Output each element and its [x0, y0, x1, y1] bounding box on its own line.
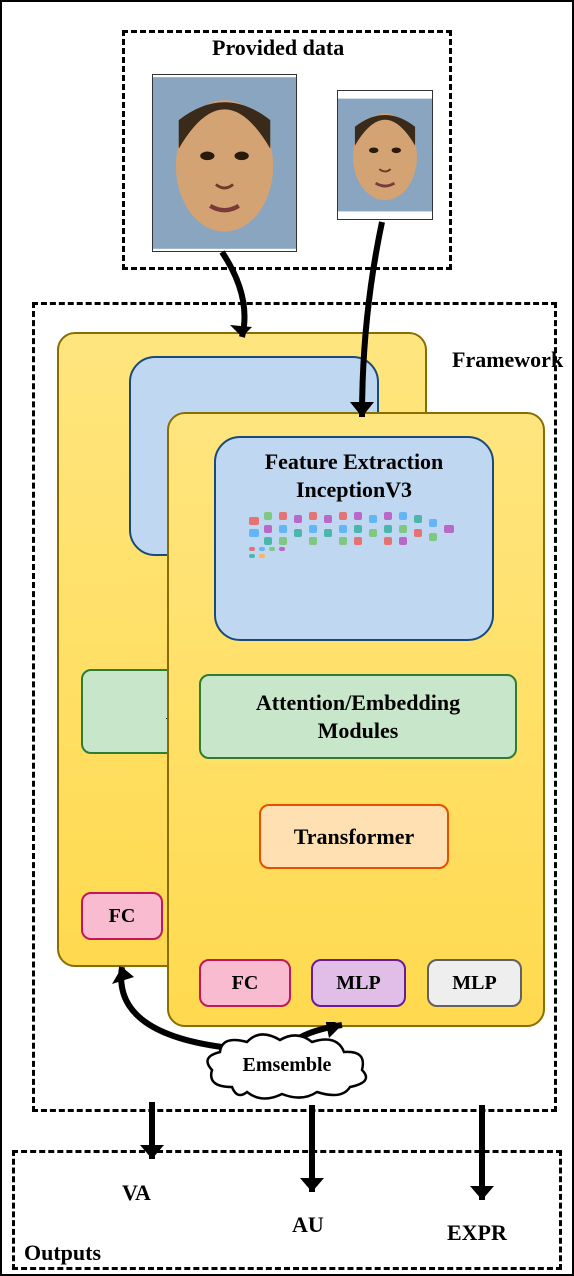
arrow-to-va — [132, 1097, 172, 1177]
mlp-block-1: MLP — [311, 959, 406, 1007]
pipeline-card-front: Feature Extraction InceptionV3 — [167, 412, 545, 1027]
fc-text-back: FC — [109, 905, 136, 928]
ensemble-cloud: Emsemble — [202, 1032, 372, 1100]
fc-block-back: FC — [81, 892, 163, 940]
attention-line2: Modules — [256, 717, 460, 745]
framework-label: Framework — [452, 347, 563, 373]
arrow-to-au — [292, 1100, 332, 1210]
mlp-block-2: MLP — [427, 959, 522, 1007]
mlp-text-1: MLP — [336, 972, 380, 995]
input-face-large — [152, 74, 297, 252]
inception-architecture-icon — [244, 507, 464, 562]
arrow-to-expr — [462, 1100, 502, 1218]
input-face-small — [337, 90, 433, 220]
provided-data-label: Provided data — [212, 35, 344, 61]
output-va-label: VA — [122, 1180, 151, 1206]
output-au-label: AU — [292, 1212, 324, 1238]
feature-extraction-block: Feature Extraction InceptionV3 — [214, 436, 494, 641]
attention-block: Attention/Embedding Modules — [199, 674, 517, 759]
arrow-input-large-to-back — [202, 247, 282, 357]
mlp-text-2: MLP — [452, 972, 496, 995]
feature-extraction-line2: InceptionV3 — [226, 476, 482, 504]
transformer-text: Transformer — [294, 823, 415, 851]
ensemble-label: Emsemble — [202, 1054, 372, 1077]
outputs-label: Outputs — [24, 1240, 101, 1266]
arrow-input-small-to-front — [342, 217, 402, 437]
feature-extraction-line1: Feature Extraction — [226, 448, 482, 476]
output-expr-label: EXPR — [447, 1220, 507, 1246]
transformer-block: Transformer — [259, 804, 449, 869]
attention-line1: Attention/Embedding — [256, 689, 460, 717]
